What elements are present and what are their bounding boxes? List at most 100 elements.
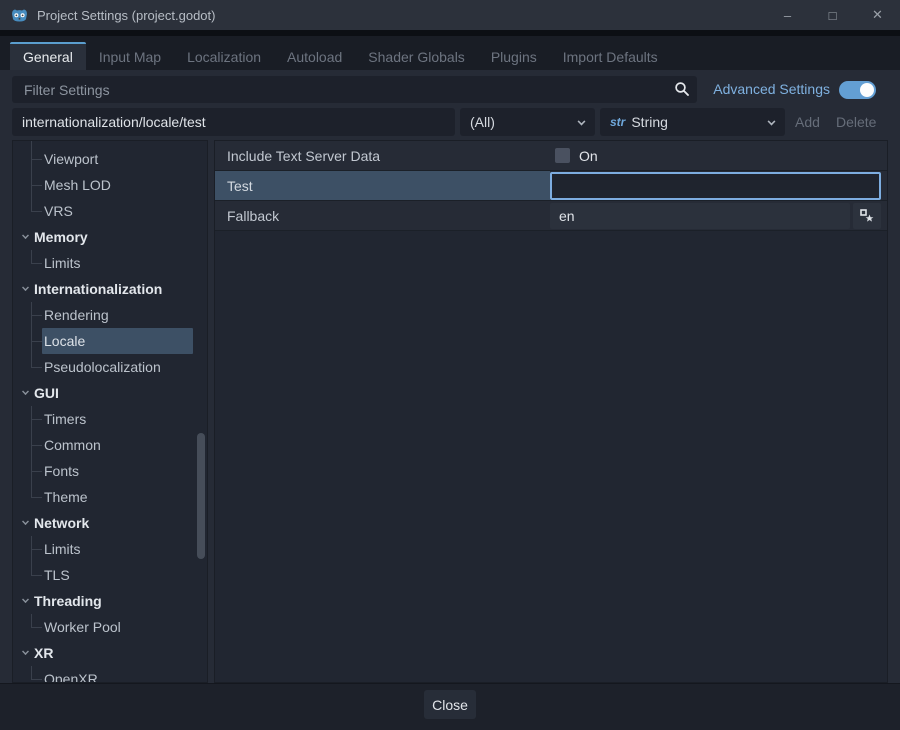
tab-bar: GeneralInput MapLocalizationAutoloadShad…	[0, 36, 900, 70]
property-type-select[interactable]: str String	[600, 108, 785, 136]
tab-general[interactable]: General	[10, 42, 86, 70]
tree-connector	[31, 315, 42, 316]
property-label: Fallback	[215, 201, 550, 230]
chevron-down-icon	[22, 596, 29, 603]
chevron-down-icon	[768, 118, 776, 126]
tree-item-label: Viewport	[44, 151, 98, 167]
tree-connector	[31, 185, 42, 186]
tree-connector	[31, 562, 32, 575]
tree-item-label: Internationalization	[34, 281, 162, 297]
tab-import-defaults[interactable]: Import Defaults	[550, 42, 671, 70]
chevron-down-icon	[578, 118, 586, 126]
chevron-down-icon	[22, 284, 29, 291]
property-label: Test	[215, 171, 550, 200]
delete-button[interactable]: Delete	[828, 108, 884, 136]
tree-item-viewport[interactable]: Viewport	[13, 146, 207, 172]
tree-item-label: Mesh LOD	[44, 177, 111, 193]
tree-connector	[31, 627, 42, 628]
toggle-knob	[860, 83, 874, 97]
chevron-down-icon	[22, 648, 29, 655]
locale-picker-button[interactable]	[853, 203, 881, 229]
search-icon	[674, 81, 690, 97]
tree-item-internationalization[interactable]: Internationalization	[13, 276, 207, 302]
chevron-down-icon	[22, 388, 29, 395]
tree-item-label: Worker Pool	[44, 619, 121, 635]
tree-item-timers[interactable]: Timers	[13, 406, 207, 432]
tree-item-tls[interactable]: TLS	[13, 562, 207, 588]
tree-item-label: Memory	[34, 229, 88, 245]
include-text-server-data-checkbox[interactable]	[555, 148, 570, 163]
tree-item-threading[interactable]: Threading	[13, 588, 207, 614]
tree-item-label: TLS	[44, 567, 70, 583]
tree-item-locale[interactable]: Locale	[13, 328, 207, 354]
tree-connector	[31, 198, 32, 211]
add-button[interactable]: Add	[787, 108, 828, 136]
tree-connector	[31, 263, 42, 264]
properties-panel: Include Text Server Data On Test Fallbac…	[214, 140, 888, 683]
property-row-include-text-server-data: Include Text Server Data On	[215, 141, 887, 171]
tree-item-label: Limits	[44, 541, 81, 557]
tree-item-rendering[interactable]: Rendering	[13, 302, 207, 328]
tree-item-common[interactable]: Common	[13, 432, 207, 458]
tree-connector	[31, 471, 42, 472]
tree-item-network[interactable]: Network	[13, 510, 207, 536]
window-title: Project Settings (project.godot)	[37, 8, 215, 23]
tree-item-label: Locale	[44, 333, 85, 349]
tree-connector	[31, 367, 42, 368]
property-path-input[interactable]	[12, 108, 455, 136]
tree-item-limits[interactable]: Limits	[13, 536, 207, 562]
tree-item-vrs[interactable]: VRS	[13, 198, 207, 224]
checkbox-state-label: On	[579, 148, 598, 164]
tree-item-openxr[interactable]: OpenXR	[13, 666, 207, 683]
close-button[interactable]: Close	[424, 690, 476, 719]
tree-item-theme[interactable]: Theme	[13, 484, 207, 510]
tab-autoload[interactable]: Autoload	[274, 42, 355, 70]
fallback-value-input[interactable]	[550, 203, 850, 229]
property-type-value: String	[631, 114, 668, 130]
tree-item-xr[interactable]: XR	[13, 640, 207, 666]
tree-item-label: VRS	[44, 203, 73, 219]
tab-localization[interactable]: Localization	[174, 42, 274, 70]
tree-item-label: Rendering	[44, 307, 109, 323]
locale-icon	[860, 209, 874, 223]
close-window-button[interactable]: ✕	[855, 0, 900, 30]
minimize-button[interactable]: –	[765, 0, 810, 30]
tab-input-map[interactable]: Input Map	[86, 42, 174, 70]
tree-connector	[31, 575, 42, 576]
tree-connector	[31, 497, 42, 498]
tree-connector	[31, 614, 32, 627]
project-settings-window: Project Settings (project.godot) – □ ✕ G…	[0, 0, 900, 730]
property-filter-value: (All)	[470, 114, 495, 130]
tree-item-fonts[interactable]: Fonts	[13, 458, 207, 484]
dialog-body: Advanced Settings (All) str String Add D…	[0, 70, 900, 683]
chevron-down-icon	[22, 232, 29, 239]
godot-icon	[11, 7, 28, 24]
tree-item-limits[interactable]: Limits	[13, 250, 207, 276]
title-bar: Project Settings (project.godot) – □ ✕	[0, 0, 900, 30]
tree-item-label: Fonts	[44, 463, 79, 479]
tree-item-label: Common	[44, 437, 101, 453]
tree-item-mesh-lod[interactable]: Mesh LOD	[13, 172, 207, 198]
tree-item-worker-pool[interactable]: Worker Pool	[13, 614, 207, 640]
test-value-input[interactable]	[550, 172, 881, 200]
maximize-button[interactable]: □	[810, 0, 855, 30]
property-row-test[interactable]: Test	[215, 171, 887, 201]
advanced-settings-toggle[interactable]	[839, 81, 876, 99]
tree-item-label: Limits	[44, 255, 81, 271]
tab-plugins[interactable]: Plugins	[478, 42, 550, 70]
tree-item-memory[interactable]: Memory	[13, 224, 207, 250]
tree-connector	[31, 484, 32, 497]
tree-item-label: Network	[34, 515, 89, 531]
property-row-fallback: Fallback	[215, 201, 887, 231]
tree-item-pseudolocalization[interactable]: Pseudolocalization	[13, 354, 207, 380]
tree-connector	[31, 159, 42, 160]
tree-connector	[31, 445, 42, 446]
tree-item-gui[interactable]: GUI	[13, 380, 207, 406]
tree-item-label: Threading	[34, 593, 102, 609]
property-filter-select[interactable]: (All)	[460, 108, 595, 136]
tree-connector	[31, 549, 42, 550]
tab-shader-globals[interactable]: Shader Globals	[355, 42, 478, 70]
string-type-icon: str	[610, 115, 625, 129]
filter-settings-input[interactable]	[12, 76, 697, 103]
tree-connector	[31, 679, 42, 680]
